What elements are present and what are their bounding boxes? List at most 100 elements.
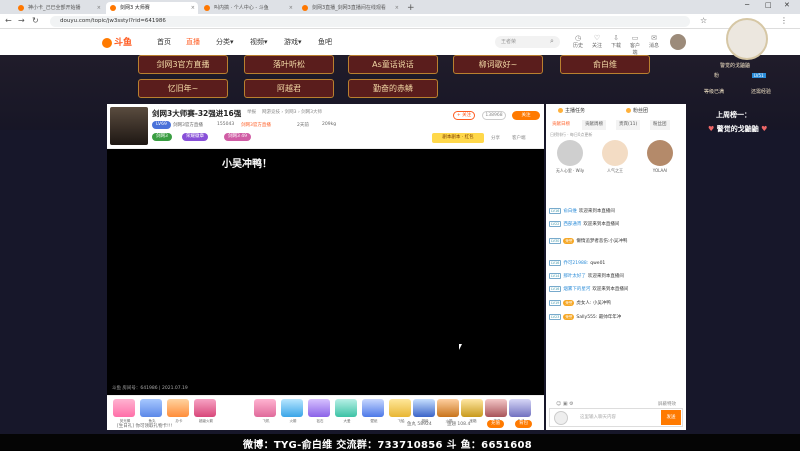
site-header: 斗鱼 首页 直播 分类▾ 视频▾ 游戏▾ 鱼吧 王者荣 ⌕ ◷ 历史 ♡ 关注 ⇩ 下… bbox=[0, 29, 800, 56]
tab-fans[interactable]: 粉丝团 bbox=[650, 120, 670, 130]
ranking-tag[interactable]: 剑网3官方直播 bbox=[241, 122, 271, 128]
banner-pill[interactable]: 落叶听松 bbox=[244, 55, 334, 74]
honor-tag[interactable]: 荣耀徽章 bbox=[182, 133, 208, 141]
banner-pill[interactable]: 忆旧年~ bbox=[138, 79, 228, 98]
backpack-button[interactable]: 背包 bbox=[515, 420, 532, 428]
gift-item[interactable]: 鱼丸 bbox=[140, 399, 162, 423]
gift-item[interactable]: 宝箱 bbox=[461, 399, 483, 423]
subscribe-button[interactable]: 关注 bbox=[512, 111, 540, 120]
nav-game[interactable]: 游戏▾ bbox=[284, 37, 302, 47]
tab-daily-rank[interactable]: 贡献日榜 bbox=[549, 120, 573, 130]
share-link[interactable]: 分享 bbox=[491, 135, 500, 141]
maximize-icon[interactable]: □ bbox=[765, 1, 772, 9]
rank-user[interactable]: 无人心里 · Wily bbox=[550, 140, 590, 174]
nav-home[interactable]: 首页 bbox=[157, 37, 171, 47]
browser-tab-active[interactable]: 剑网3 大师赛 × bbox=[106, 2, 198, 14]
gift-info[interactable]: [生日礼] 你可领取礼物卡!!! bbox=[117, 423, 172, 429]
client-button[interactable]: ▭ 客户端 bbox=[628, 34, 642, 56]
chat-input[interactable]: 这里输入聊天内容 bbox=[580, 414, 616, 420]
search-icon[interactable]: ⌕ bbox=[550, 37, 554, 46]
overlay-level: LV51 bbox=[752, 73, 766, 78]
douyu-page: 斗鱼 首页 直播 分类▾ 视频▾ 游戏▾ 鱼吧 王者荣 ⌕ ◷ 历史 ♡ 关注 ⇩ 下… bbox=[0, 29, 800, 434]
gift-item[interactable]: 火箭 bbox=[437, 399, 459, 423]
close-icon[interactable]: × bbox=[395, 2, 399, 14]
room-category[interactable]: 网游竞技 › 剑网3 › 剑网3大师 bbox=[262, 109, 322, 115]
gift-item[interactable]: 超级 bbox=[413, 399, 435, 423]
room-info: 剑网3大师赛-32强进16强 举报 网游竞技 › 剑网3 › 剑网3大师 LV6… bbox=[107, 104, 544, 149]
video-player[interactable]: 小吴冲鸭！ 斗鱼 房间号：641986 | 2021.07.19 bbox=[107, 149, 544, 395]
new-tab-icon[interactable]: + bbox=[407, 2, 415, 14]
messages-button[interactable]: ✉ 消息 bbox=[647, 34, 661, 49]
fan-group-tab[interactable]: 粉丝团 bbox=[626, 107, 648, 114]
close-icon[interactable]: × bbox=[97, 2, 101, 14]
nav-category[interactable]: 分类▾ bbox=[216, 37, 234, 47]
gift-item[interactable]: 兔子 bbox=[509, 399, 531, 423]
banner-pill[interactable]: 剑网3官方直播 bbox=[138, 55, 228, 74]
gift-item[interactable]: 飞机 bbox=[254, 399, 276, 423]
rank-user[interactable]: YOLAAI bbox=[640, 140, 680, 174]
recharge-button[interactable]: 充值 bbox=[487, 420, 504, 428]
gift-item[interactable]: 办卡 bbox=[167, 399, 189, 423]
nav-video[interactable]: 视频▾ bbox=[250, 37, 268, 47]
close-icon[interactable]: × bbox=[289, 2, 293, 14]
follow-nav-button[interactable]: ♡ 关注 bbox=[590, 34, 604, 49]
window-close-icon[interactable]: ✕ bbox=[784, 1, 790, 9]
anchor-task-tab[interactable]: 主播任务 bbox=[558, 107, 585, 114]
gift-item[interactable]: 火箭 bbox=[281, 399, 303, 423]
close-icon[interactable]: × bbox=[191, 2, 195, 14]
report-link[interactable]: 举报 bbox=[247, 109, 256, 115]
gift-item[interactable]: 壁纸 bbox=[362, 399, 384, 423]
rank-user[interactable]: 人气之王 bbox=[595, 140, 635, 174]
overlay-name: 警觉的戈鼬鼬 bbox=[720, 63, 751, 69]
user-avatar[interactable] bbox=[670, 34, 686, 50]
minimize-icon[interactable]: ─ bbox=[745, 1, 749, 9]
tab-weekly-rank[interactable]: 贡献周榜 bbox=[582, 120, 606, 130]
chat-message: LV14 那叶太好了 欢迎来到本直播间 bbox=[549, 273, 624, 279]
browser-tab[interactable]: 神小卡_己已全部开始播 × bbox=[14, 2, 104, 14]
fan-tag[interactable]: 剑网3 49 bbox=[224, 133, 252, 141]
banner-pill[interactable]: 柳词歌好~ bbox=[453, 55, 543, 74]
send-button[interactable]: 发送 bbox=[661, 410, 681, 425]
douyu-logo[interactable]: 斗鱼 bbox=[102, 35, 136, 49]
block-effects-toggle[interactable]: 屏蔽特效 bbox=[658, 401, 676, 407]
gift-item[interactable]: 钻石 bbox=[308, 399, 330, 423]
gift-item[interactable]: 大爱 bbox=[335, 399, 357, 423]
bag-icon[interactable]: ▣ bbox=[563, 401, 568, 407]
game-tag[interactable]: 剑网3 bbox=[152, 133, 172, 141]
emoji-icon[interactable]: ☺ bbox=[556, 401, 561, 407]
reload-icon[interactable]: ↻ bbox=[32, 16, 39, 25]
room-thumbnail[interactable] bbox=[110, 107, 148, 145]
banner-pill[interactable]: As童话说话 bbox=[348, 55, 438, 74]
live-room-panel: 剑网3大师赛-32强进16强 举报 网游竞技 › 剑网3 › 剑网3大师 LV6… bbox=[107, 104, 544, 430]
gift-item[interactable]: 超级火箭 bbox=[194, 399, 216, 423]
nav-live[interactable]: 直播 bbox=[186, 37, 200, 47]
follow-button[interactable]: + 关注 bbox=[453, 111, 475, 120]
chat-tools: ☺ ▣ ⚙ bbox=[556, 401, 574, 407]
tab-vip[interactable]: 贵宾(11) bbox=[616, 120, 641, 130]
overlay-badge: 粉 bbox=[714, 73, 720, 79]
url-input[interactable]: douyu.com/topic/jw3sstyl?rid=641986 bbox=[50, 16, 690, 27]
address-bar: ← → ↻ douyu.com/topic/jw3sstyl?rid=64198… bbox=[0, 14, 800, 29]
back-icon[interactable]: ← bbox=[5, 16, 12, 25]
gear-icon[interactable]: ⚙ bbox=[569, 401, 573, 407]
streamer-name[interactable]: 剑网3官方直播 bbox=[173, 122, 203, 128]
gift-item[interactable]: 荧光棒 bbox=[113, 399, 135, 423]
banner-pill[interactable]: 勤奋的赤鳞 bbox=[348, 79, 438, 98]
room-title: 剑网3大师赛-32强进16强 bbox=[152, 109, 242, 118]
forward-icon[interactable]: → bbox=[18, 16, 25, 25]
heart-icon: ♡ bbox=[593, 34, 601, 42]
banner-pill[interactable]: 俞白维 bbox=[560, 55, 650, 74]
browser-tab[interactable]: 剑网3直播_剑网3直播间在线观看 × bbox=[298, 2, 402, 14]
chat-message: LV16 乔可21988: qwe01 bbox=[549, 260, 606, 266]
client-link[interactable]: 客户端 bbox=[512, 135, 526, 141]
gift-item[interactable]: 飞船 bbox=[389, 399, 411, 423]
gift-item[interactable]: 神兽 bbox=[485, 399, 507, 423]
overlay-status-1: 等级已满 bbox=[704, 89, 725, 95]
browser-tab[interactable]: 叫内搞 · 个人中心 - 斗鱼 × bbox=[200, 2, 296, 14]
banner-pill[interactable]: 阿越君 bbox=[244, 79, 334, 98]
reward-button[interactable]: 剧本剧本 · 红包 bbox=[432, 133, 484, 143]
history-button[interactable]: ◷ 历史 bbox=[571, 34, 585, 49]
download-button[interactable]: ⇩ 下载 bbox=[609, 34, 623, 49]
chat-input-box: 这里输入聊天内容 发送 bbox=[549, 408, 683, 427]
nav-yuba[interactable]: 鱼吧 bbox=[318, 37, 332, 47]
